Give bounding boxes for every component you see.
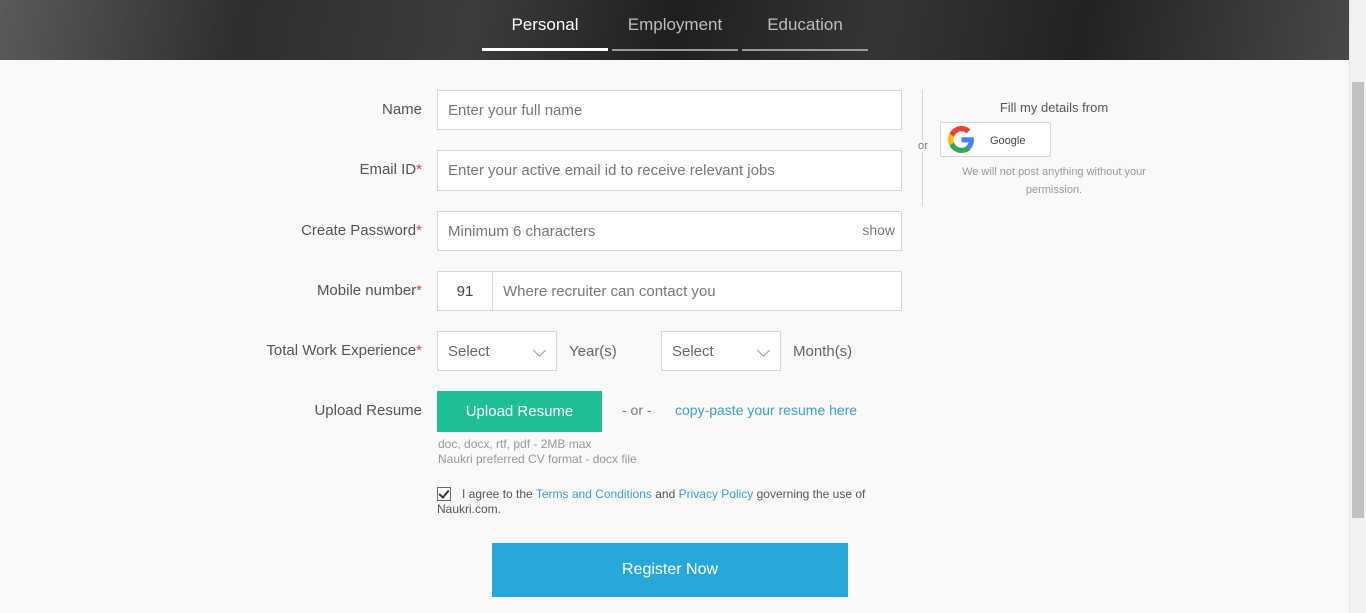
years-value: Select — [448, 342, 490, 360]
resume-preferred-hint: Naukri preferred CV format - docx file — [438, 452, 637, 466]
resume-label: Upload Resume — [314, 402, 422, 419]
header-banner: Personal Employment Education — [0, 0, 1349, 60]
google-signin-button[interactable]: Google — [940, 122, 1051, 157]
password-label: Create Password* — [301, 222, 422, 239]
name-placeholder: Enter your full name — [448, 101, 583, 119]
copy-paste-resume-link[interactable]: copy-paste your resume here — [675, 402, 857, 418]
register-now-button[interactable]: Register Now — [492, 543, 848, 597]
resume-format-hint: doc, docx, rtf, pdf - 2MB max — [438, 437, 592, 451]
agree-checkbox[interactable] — [437, 487, 451, 501]
months-unit: Month(s) — [793, 343, 853, 360]
terms-link[interactable]: Terms and Conditions — [536, 487, 652, 501]
show-password-toggle[interactable]: show — [862, 222, 895, 238]
mobile-label: Mobile number* — [316, 282, 422, 299]
mobile-placeholder: Where recruiter can contact you — [503, 282, 716, 300]
tab-education[interactable]: Education — [742, 0, 868, 51]
mobile-input[interactable]: Where recruiter can contact you — [492, 271, 902, 311]
tab-personal[interactable]: Personal — [482, 0, 608, 51]
google-icon — [948, 126, 975, 158]
country-code-value: 91 — [456, 282, 474, 300]
experience-years-select[interactable]: Select — [437, 331, 557, 371]
chevron-down-icon — [533, 344, 546, 357]
password-input[interactable]: Minimum 6 characters show — [437, 211, 902, 251]
page-scrollbar[interactable] — [1349, 0, 1366, 613]
tab-employment[interactable]: Employment — [612, 0, 738, 51]
fill-details-title: Fill my details from — [999, 100, 1109, 115]
years-unit: Year(s) — [569, 343, 617, 360]
upload-resume-button[interactable]: Upload Resume — [437, 391, 602, 432]
scrollbar-thumb[interactable] — [1352, 82, 1364, 518]
password-placeholder: Minimum 6 characters — [448, 222, 596, 240]
permission-note: We will not post anything without your p… — [962, 166, 1146, 196]
resume-or-text: - or - — [622, 402, 652, 418]
months-value: Select — [672, 342, 714, 360]
name-input[interactable]: Enter your full name — [437, 90, 902, 130]
experience-label: Total Work Experience* — [266, 342, 422, 359]
chevron-down-icon — [757, 344, 770, 357]
country-code-input[interactable]: 91 — [437, 271, 493, 311]
email-label: Email ID* — [359, 161, 422, 178]
privacy-link[interactable]: Privacy Policy — [679, 487, 754, 501]
agreement-text: I agree to the Terms and Conditions and … — [437, 487, 866, 516]
email-placeholder: Enter your active email id to receive re… — [448, 162, 775, 179]
google-label: Google — [990, 135, 1026, 147]
name-label: Name — [381, 101, 422, 118]
social-or-text: or — [917, 140, 929, 152]
email-input[interactable]: Enter your active email id to receive re… — [437, 150, 902, 191]
experience-months-select[interactable]: Select — [661, 331, 781, 371]
